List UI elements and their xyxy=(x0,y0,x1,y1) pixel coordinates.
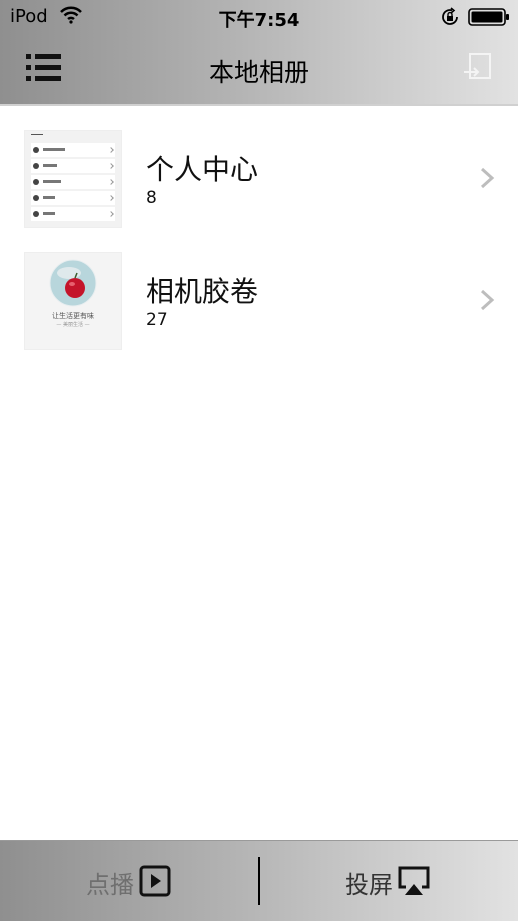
bottom-tab-bar: 点播 投屏 xyxy=(0,840,518,921)
tab-airplay[interactable]: 投屏 xyxy=(259,841,518,921)
album-thumbnail: 让生活更有味 — 美丽生活 — xyxy=(24,252,122,350)
tab-airplay-label: 投屏 xyxy=(345,871,393,899)
page-title: 本地相册 xyxy=(208,58,309,87)
album-name: 个人中心 xyxy=(146,153,259,186)
album-row-personal-center[interactable]: 个人中心 8 xyxy=(0,118,518,240)
thumb-subcaption: — 美丽生活 — xyxy=(56,322,90,328)
share-export-icon[interactable] xyxy=(460,50,496,86)
album-thumbnail xyxy=(24,130,122,228)
album-count: 8 xyxy=(146,188,157,208)
album-row-camera-roll[interactable]: 让生活更有味 — 美丽生活 — 相机胶卷 27 xyxy=(0,240,518,362)
rotation-lock-icon xyxy=(442,7,458,25)
thumb-caption: 让生活更有味 xyxy=(52,312,94,320)
album-name: 相机胶卷 xyxy=(146,275,259,308)
header-bar: iPod 下午7:54 本地相册 xyxy=(0,0,518,106)
circle-photo-icon xyxy=(49,259,97,307)
battery-icon xyxy=(468,8,509,26)
chevron-right-icon xyxy=(480,289,495,311)
tab-play[interactable]: 点播 xyxy=(0,841,259,921)
tab-play-label: 点播 xyxy=(86,871,134,899)
chevron-right-icon xyxy=(480,167,495,189)
play-icon xyxy=(139,865,171,897)
album-count: 27 xyxy=(146,310,168,330)
airplay-icon xyxy=(398,866,430,895)
status-bar: iPod 下午7:54 xyxy=(0,0,518,34)
